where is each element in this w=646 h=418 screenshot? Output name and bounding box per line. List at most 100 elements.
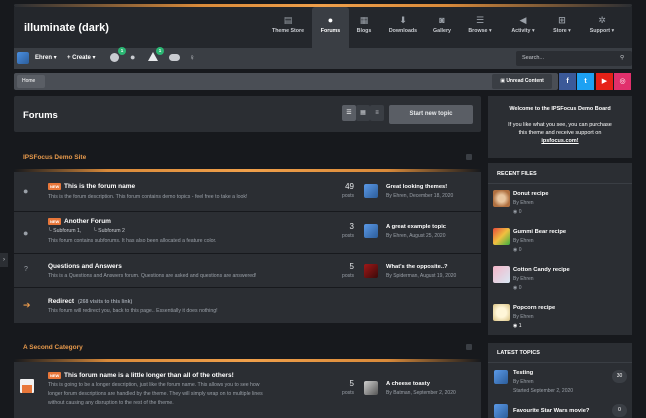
forum-name-link[interactable]: Another Forum (64, 218, 111, 225)
nav-tab-blogs[interactable]: ▦ Blogs (350, 7, 378, 48)
last-topic-link[interactable]: Great looking themes! (386, 184, 447, 190)
sidebar-toggle[interactable]: › (0, 253, 8, 267)
unread-content-button[interactable]: ▣ Unread Content (492, 74, 552, 89)
topic-title-link[interactable]: Testing (513, 370, 533, 376)
globe-icon[interactable] (110, 53, 119, 62)
post-count: 49 (345, 182, 354, 191)
file-thumbnail[interactable] (493, 190, 510, 207)
file-title-link[interactable]: Donut recipe (513, 191, 548, 197)
topic-title-link[interactable]: Favourite Star Wars movie? (513, 408, 589, 414)
last-topic-link[interactable]: What's the opposite..? (386, 264, 448, 270)
file-thumbnail[interactable] (493, 304, 510, 321)
forum-name-link[interactable]: This forum name is a little longer than … (64, 372, 234, 379)
file-thumbnail[interactable] (493, 266, 510, 283)
topic-started: Started September 2, 2020 (513, 388, 574, 394)
forum-description: This is going to be a longer description… (48, 382, 260, 388)
nav-tab-store[interactable]: ⊞ Store ▾ (544, 7, 580, 48)
subforum-link[interactable]: └ Subforum 2 (93, 228, 125, 234)
welcome-line[interactable]: If you like what you see, you can purcha… (488, 122, 632, 128)
forum-name-link[interactable]: Questions and Answers (48, 263, 122, 270)
nav-tab-forums[interactable]: ● Forums (312, 7, 349, 48)
file-comments: ◉ 1 (513, 323, 522, 329)
theme-toggle-icon[interactable] (169, 54, 180, 61)
last-poster-avatar[interactable] (364, 381, 378, 395)
forum-unread-icon: ● (23, 186, 29, 196)
post-count-label: posts (342, 193, 354, 199)
youtube-icon[interactable]: ▶ (596, 73, 613, 90)
reply-count-badge: 0 (612, 404, 627, 417)
forum-name-link[interactable]: This is the forum name (64, 183, 135, 190)
file-thumbnail[interactable] (493, 228, 510, 245)
table-view-button[interactable]: ☰ (342, 105, 356, 121)
file-comments: ◉ 0 (513, 285, 522, 291)
category-title[interactable]: IPSFocus Demo Site (23, 154, 86, 161)
forum-name-link[interactable]: Redirect (48, 298, 74, 305)
new-badge: NEW (48, 372, 62, 379)
search-input[interactable]: Search... ⚲ (516, 51, 632, 66)
last-poster-avatar[interactable] (364, 224, 378, 238)
last-poster-avatar[interactable] (364, 264, 378, 278)
grid-view-button[interactable]: ▦ (356, 105, 370, 121)
welcome-widget: Welcome to the IPSFocus Demo Board If yo… (488, 96, 632, 158)
facebook-icon[interactable]: f (559, 73, 576, 90)
start-new-topic-button[interactable]: Start new topic (389, 105, 473, 124)
user-menu-button[interactable]: Ehren ▾ (35, 54, 57, 61)
nav-tab-support[interactable]: ✲ Support ▾ (582, 7, 622, 48)
page-title: Forums (23, 110, 58, 121)
topic-author: By Ehren (513, 379, 534, 385)
warning-badge: 1 (156, 47, 164, 55)
welcome-line[interactable]: this theme and receive support on (488, 130, 632, 136)
category-collapse-button[interactable] (466, 344, 472, 350)
site-title[interactable]: illuminate (dark) (24, 22, 109, 34)
new-badge: NEW (48, 183, 62, 190)
ipsfocus-link[interactable]: ipsfocus.com! (488, 138, 632, 144)
forum-icon: ● (23, 228, 29, 238)
post-count: 3 (349, 222, 354, 231)
file-author: By Ehren (513, 314, 534, 320)
file-comments: ◉ 0 (513, 247, 522, 253)
instagram-icon[interactable]: ◎ (614, 73, 631, 90)
recent-files-title: RECENT FILES (497, 171, 537, 177)
category-collapse-button[interactable] (466, 154, 472, 160)
fluid-view-button[interactable]: ≡ (370, 105, 384, 121)
lightbulb-icon[interactable]: ♀ (189, 53, 195, 62)
category-title[interactable]: A Second Category (23, 344, 83, 351)
forum-description: This forum will redirect you, back to th… (48, 308, 218, 314)
forum-description: This is a Questions and Answers forum. Q… (48, 273, 257, 279)
question-icon: ? (24, 266, 28, 273)
user-avatar[interactable] (17, 52, 29, 64)
nav-tab-browse[interactable]: ☰ Browse ▾ (460, 7, 500, 48)
file-title-link[interactable]: Gummi Bear recipe (513, 229, 566, 235)
welcome-title: Welcome to the IPSFocus Demo Board (509, 106, 611, 112)
gear-icon: ✲ (598, 15, 606, 25)
file-title-link[interactable]: Popcorn recipe (513, 305, 555, 311)
document-icon: ▤ (283, 15, 293, 25)
twitter-icon[interactable]: t (577, 73, 594, 90)
last-topic-link[interactable]: A cheese toasty (386, 381, 430, 387)
post-count-label: posts (342, 233, 354, 239)
reply-count-badge: 30 (612, 370, 627, 383)
file-comments: ◉ 0 (513, 209, 522, 215)
messages-icon[interactable]: ● (130, 53, 135, 62)
nav-tab-gallery[interactable]: ◙ Gallery (424, 7, 460, 48)
file-author: By Ehren (513, 238, 534, 244)
forum-description: This is the forum description. This foru… (48, 194, 248, 200)
nav-tab-downloads[interactable]: ⬇ Downloads (381, 7, 425, 48)
forum-description: longer forum descriptions are handled by… (48, 391, 263, 397)
nav-tab-theme-store[interactable]: ▤ Theme Store (266, 7, 310, 48)
redirect-count: (268 visits to this link) (78, 299, 133, 305)
create-button[interactable]: + Create ▾ (67, 54, 96, 61)
last-topic-link[interactable]: A great example topic (386, 224, 446, 230)
nav-tab-activity[interactable]: ◀ Activity ▾ (502, 7, 544, 48)
topic-author-avatar[interactable] (494, 370, 508, 384)
subforum-link[interactable]: └ Subforum 1, (48, 228, 81, 234)
page: illuminate (dark) ▤ Theme Store ● Forums ▦… (0, 0, 646, 418)
last-poster-avatar[interactable] (364, 184, 378, 198)
file-title-link[interactable]: Cotton Candy recipe (513, 267, 570, 273)
breadcrumb-home[interactable]: Home (17, 75, 45, 88)
search-icon[interactable]: ⚲ (620, 55, 624, 61)
forum-row (14, 254, 481, 287)
post-count-label: posts (342, 273, 354, 279)
table-view-icon: ☰ (346, 110, 352, 116)
topic-author-avatar[interactable] (494, 404, 508, 418)
